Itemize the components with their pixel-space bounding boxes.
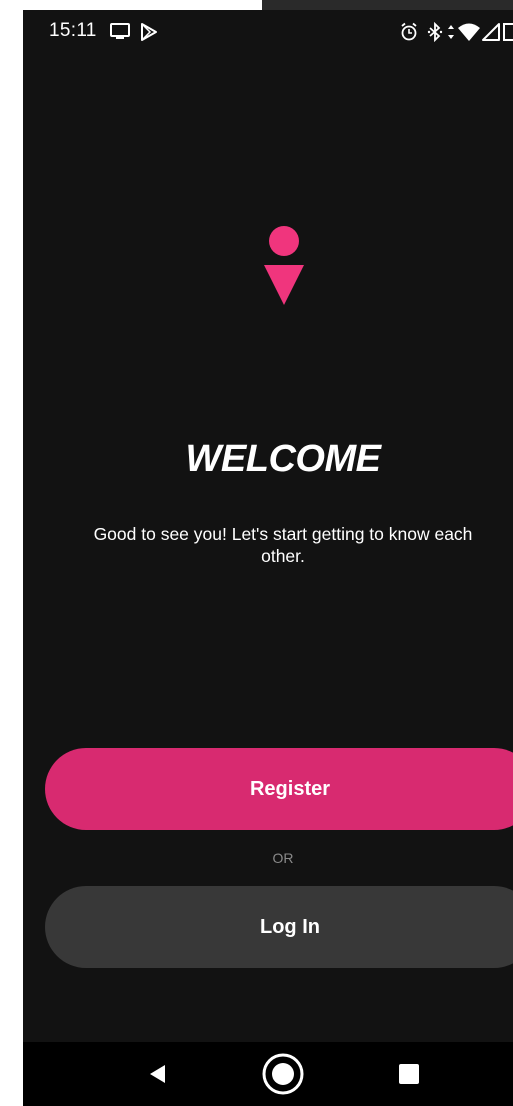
battery-icon bbox=[503, 22, 513, 47]
signal-icon bbox=[482, 22, 500, 47]
recents-icon[interactable] bbox=[385, 1042, 433, 1106]
welcome-subtitle: Good to see you! Let's start getting to … bbox=[93, 524, 473, 566]
back-icon[interactable] bbox=[133, 1042, 181, 1106]
bluetooth-icon bbox=[427, 21, 443, 47]
status-time: 15:11 bbox=[49, 20, 97, 41]
play-store-icon bbox=[139, 22, 159, 47]
system-nav-bar bbox=[23, 1042, 513, 1106]
wifi-icon bbox=[457, 22, 481, 47]
login-button[interactable]: Log In bbox=[45, 886, 513, 968]
screen-cast-icon bbox=[109, 22, 131, 47]
home-icon[interactable] bbox=[259, 1042, 307, 1106]
or-separator: OR bbox=[272, 850, 294, 866]
data-arrows-icon bbox=[446, 22, 456, 47]
female-figure-logo-icon bbox=[264, 225, 304, 315]
window-top-strip bbox=[262, 0, 513, 10]
phone-screen: 15:11 WELCOME Good to see you! Let's sta… bbox=[23, 10, 513, 1106]
alarm-icon bbox=[400, 22, 418, 47]
welcome-title: WELCOME bbox=[185, 438, 381, 480]
register-button[interactable]: Register bbox=[45, 748, 513, 830]
status-bar: 15:11 bbox=[23, 10, 513, 54]
